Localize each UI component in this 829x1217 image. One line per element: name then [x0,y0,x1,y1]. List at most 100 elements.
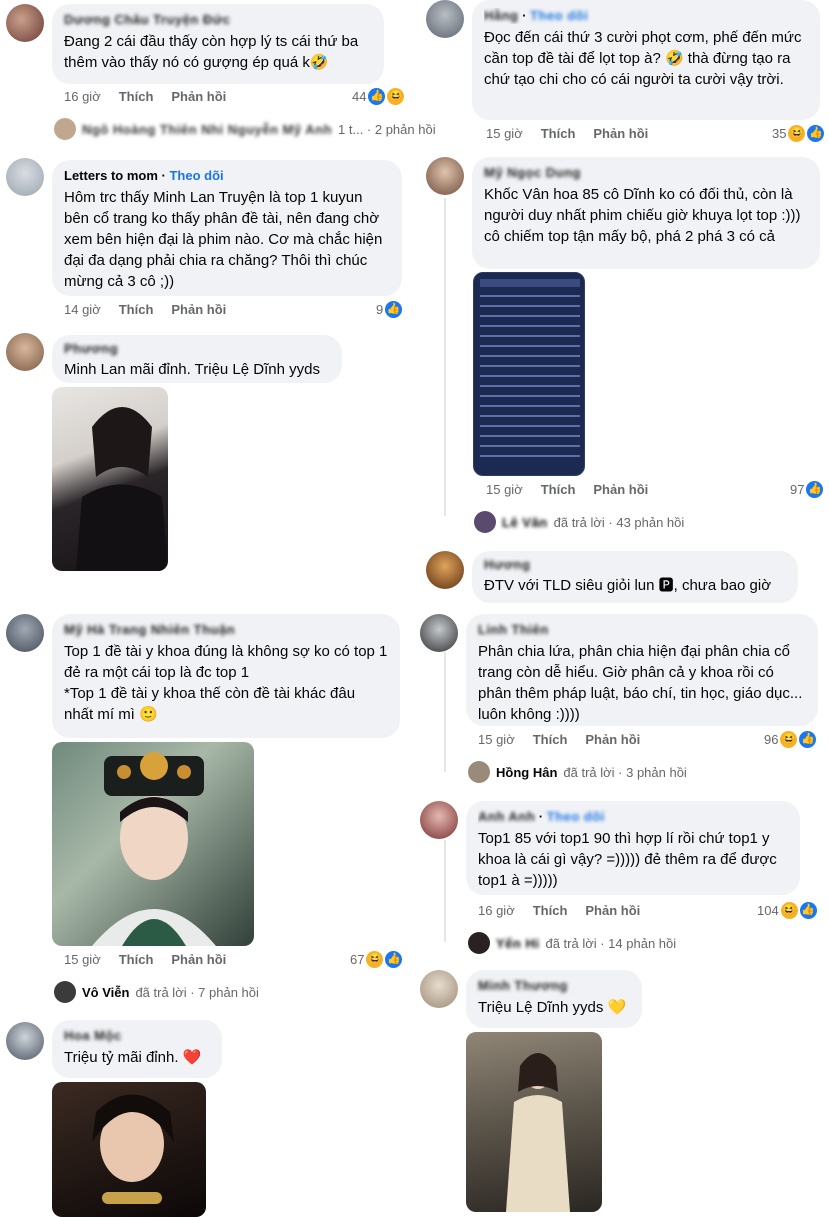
comment-author[interactable]: Dương Châu Truyện Đức [64,12,372,28]
comment-meta: 16 giờ Thích Phản hồi [478,903,658,918]
comment-bubble: Linh Thiên Phân chia lứa, phân chia hiện… [466,614,818,726]
haha-icon: 😆 [366,951,384,968]
comment-bubble: Letters to mom · Theo dõi Hôm trc thấy M… [52,160,402,296]
comment-time[interactable]: 15 giờ [478,732,515,747]
comment-time[interactable]: 14 giờ [64,302,101,317]
comment-author[interactable]: Mỹ Hà Trang Nhiên Thuận [64,622,388,638]
comment-time[interactable]: 15 giờ [486,126,523,141]
like-icon: 👍 [799,902,817,919]
reaction-count[interactable]: 9 👍 [376,301,403,318]
avatar[interactable] [426,0,464,38]
comment-author[interactable]: Mỹ Ngọc Dung [484,165,808,181]
comment-author[interactable]: Hằng · Theo dõi [484,8,808,24]
replies-link[interactable]: Vô Viễn đã trả lời · 7 phản hồi [54,981,259,1003]
reply-summary: đã trả lời · 3 phản hồi [563,764,687,780]
reply-summary: đã trả lời · 14 phản hồi [545,935,677,951]
follow-link[interactable]: Theo dõi [547,809,605,824]
comment-time[interactable]: 16 giờ [64,89,101,104]
comment-text: Phân chia lứa, phân chia hiện đại phân c… [478,643,803,723]
reply-author: Lê Văn [502,514,548,530]
reply-summary: 1 t... · 2 phản hồi [338,121,436,137]
comment-author[interactable]: Minh Thương [478,978,630,994]
avatar[interactable] [426,551,464,589]
reply-button[interactable]: Phản hồi [593,482,648,497]
reply-author: Hồng Hân [496,764,558,780]
reaction-count[interactable]: 44 👍 😆 [352,88,405,105]
avatar[interactable] [420,801,458,839]
comment-bubble: Dương Châu Truyện Đức Đang 2 cái đầu thấ… [52,4,384,84]
comment-photo[interactable] [466,1032,602,1212]
replies-link[interactable]: Hồng Hân đã trả lời · 3 phản hồi [468,761,687,783]
follow-link[interactable]: Theo dõi [530,8,588,23]
comment-time[interactable]: 15 giờ [486,482,523,497]
haha-icon: 😆 [780,731,798,748]
comment-author[interactable]: Hương [484,557,786,573]
avatar[interactable] [426,157,464,195]
replies-link[interactable]: Ngô Hoàng Thiên Nhi Nguyễn Mỹ Anh 1 t...… [54,118,436,140]
avatar[interactable] [420,614,458,652]
avatar[interactable] [420,970,458,1008]
reaction-count[interactable]: 35 😆 👍 [772,125,825,142]
author-name[interactable]: Letters to mom [64,168,158,183]
like-button[interactable]: Thích [119,302,154,317]
comment-text: ĐTV với TLD siêu giỏi lun 🅿, chưa bao gi… [484,577,772,594]
author-name[interactable]: Hằng [484,8,519,23]
thread-line [444,840,446,942]
photo-graphic [76,407,168,571]
comment-time[interactable]: 15 giờ [64,952,101,967]
reply-button[interactable]: Phản hồi [171,89,226,104]
reaction-count[interactable]: 97 👍 [790,481,824,498]
comment-meta: 16 giờ Thích Phản hồi [64,89,244,104]
reaction-number: 104 [757,903,779,918]
comment-bubble: Phương Minh Lan mãi đỉnh. Triệu Lệ Dĩnh … [52,335,342,383]
reply-button[interactable]: Phản hồi [171,302,226,317]
comment-photo[interactable] [473,272,585,476]
like-button[interactable]: Thích [541,482,576,497]
reply-button[interactable]: Phản hồi [585,732,640,747]
reaction-count[interactable]: 67 😆 👍 [350,951,403,968]
comment-meta: 15 giờ Thích Phản hồi [64,952,244,967]
comment-author[interactable]: Hoa Mộc [64,1028,210,1044]
comment-author[interactable]: Phương [64,341,330,357]
reaction-count[interactable]: 104 😆 👍 [757,902,817,919]
comment-text: Minh Lan mãi đỉnh. Triệu Lệ Dĩnh yyds [64,361,320,378]
comment-text: Top 1 đề tài y khoa đúng là không sợ ko … [64,643,388,723]
reply-button[interactable]: Phản hồi [593,126,648,141]
reaction-count[interactable]: 96 😆 👍 [764,731,817,748]
comment-text: Đọc đến cái thứ 3 cười phọt cơm, phế đến… [484,29,802,88]
like-button[interactable]: Thích [533,903,568,918]
comment-bubble: Hoa Mộc Triệu tỷ mãi đỉnh. ❤️ [52,1020,222,1078]
replies-link[interactable]: Lê Văn đã trả lời · 43 phản hồi [474,511,684,533]
photo-graphic [506,1053,570,1212]
avatar[interactable] [6,4,44,42]
author-name[interactable]: Anh Anh [478,809,535,824]
photo-graphic [92,752,216,946]
comment-bubble: Hằng · Theo dõi Đọc đến cái thứ 3 cười p… [472,0,820,120]
reply-button[interactable]: Phản hồi [171,952,226,967]
comment-author[interactable]: Linh Thiên [478,622,806,638]
avatar [54,981,76,1003]
avatar[interactable] [6,158,44,196]
like-icon: 👍 [385,951,403,968]
like-button[interactable]: Thích [533,732,568,747]
follow-link[interactable]: Theo dõi [169,168,223,183]
comment-photo[interactable] [52,1082,206,1217]
comment-photo[interactable] [52,742,254,946]
avatar[interactable] [6,333,44,371]
like-button[interactable]: Thích [119,89,154,104]
reply-button[interactable]: Phản hồi [585,903,640,918]
thread-line [444,652,446,772]
replies-link[interactable]: Yến Hi đã trả lời · 14 phản hồi [468,932,676,954]
avatar[interactable] [6,1022,44,1060]
haha-icon: 😆 [780,902,798,919]
comment-author[interactable]: Anh Anh · Theo dõi [478,809,788,825]
avatar[interactable] [6,614,44,652]
comment-author[interactable]: Letters to mom · Theo dõi [64,168,390,184]
comment-photo[interactable] [52,387,168,571]
reaction-number: 96 [764,732,779,747]
comment-meta: 15 giờ Thích Phản hồi [478,732,658,747]
like-button[interactable]: Thích [119,952,154,967]
like-button[interactable]: Thích [541,126,576,141]
comment-time[interactable]: 16 giờ [478,903,515,918]
comment-bubble: Mỹ Ngọc Dung Khốc Vân hoa 85 cô Dĩnh ko … [472,157,820,269]
